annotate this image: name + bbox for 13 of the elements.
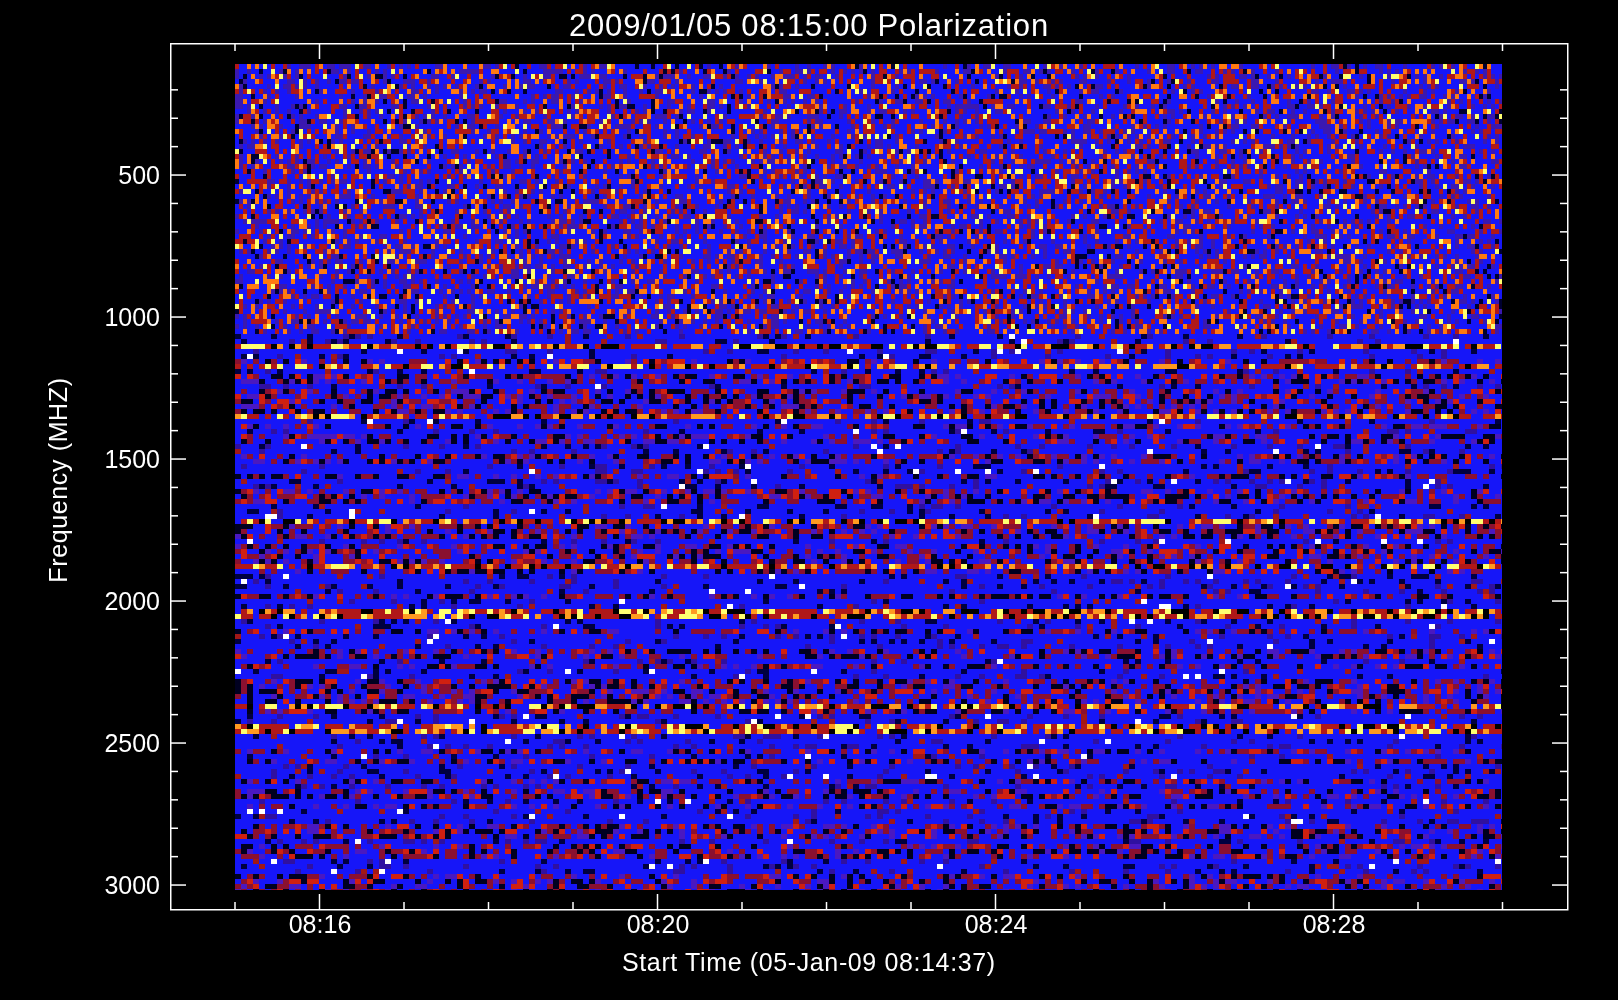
y-tick-label: 1000 bbox=[104, 305, 160, 330]
y-tick-label: 3000 bbox=[104, 873, 160, 898]
y-tick-label: 2000 bbox=[104, 589, 160, 614]
x-tick-label: 08:16 bbox=[288, 912, 352, 937]
plot-title: 2009/01/05 08:15:00 Polarization bbox=[568, 7, 1050, 45]
y-axis-label: Frequency (MHZ) bbox=[45, 377, 71, 583]
y-tick-label: 500 bbox=[118, 163, 160, 188]
x-tick-label: 08:20 bbox=[626, 912, 690, 937]
x-tick-label: 08:24 bbox=[964, 912, 1028, 937]
x-tick-label: 08:28 bbox=[1302, 912, 1366, 937]
x-axis-label: Start Time (05-Jan-09 08:14:37) bbox=[622, 950, 996, 975]
y-tick-label: 1500 bbox=[104, 447, 160, 472]
y-tick-label: 2500 bbox=[104, 731, 160, 756]
